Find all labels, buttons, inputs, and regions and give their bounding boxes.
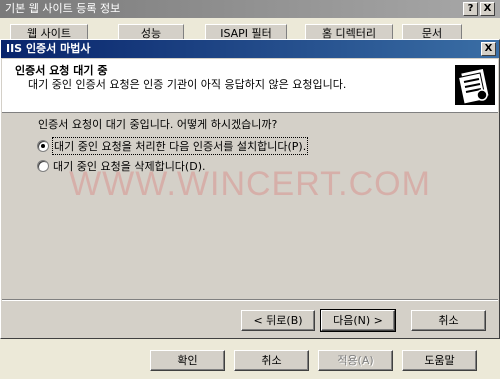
option-process-radio[interactable] [37,140,49,152]
button-divider [2,299,498,301]
back-window-titlebar[interactable]: 기본 웹 사이트 등록 정보 [0,0,500,18]
option-process-label[interactable]: 대기 중인 요청을 처리한 다음 인증서를 설치합니다(P). [51,137,309,155]
wizard-title: IIS 인증서 마법사 [6,42,91,55]
wizard-close-button[interactable]: X [481,42,496,56]
back-close-button[interactable]: X [480,2,495,16]
apply-button[interactable]: 적용(A) [318,350,393,371]
wizard-titlebar[interactable]: IIS 인증서 마법사 [1,40,499,58]
option-delete-radio[interactable] [37,160,49,172]
back-help-button[interactable]: 도움말 [402,350,477,371]
wizard-next-button[interactable]: 다음(N) > [320,309,396,332]
back-cancel-button[interactable]: 취소 [234,350,309,371]
wizard-cancel-button[interactable]: 취소 [411,310,486,331]
back-window-title: 기본 웹 사이트 등록 정보 [5,2,121,15]
help-button[interactable]: ? [463,2,478,16]
header-subtitle: 대기 중인 인증서 요청은 인증 기관이 아직 응답하지 않은 요청입니다. [28,78,347,91]
wizard-dialog: IIS 인증서 마법사 X 인증서 요청 대기 중 대기 중인 인증서 요청은 … [0,39,500,339]
wizard-back-button[interactable]: < 뒤로(B) [241,310,315,331]
wizard-header: 인증서 요청 대기 중 대기 중인 인증서 요청은 인증 기관이 아직 응답하지… [2,59,498,113]
ok-button[interactable]: 확인 [150,350,225,371]
option-delete-label[interactable]: 대기 중인 요청을 삭제합니다(D). [53,158,205,174]
question-text: 인증서 요청이 대기 중입니다. 어떻게 하시겠습니까? [38,118,278,131]
certificate-icon [455,65,495,105]
